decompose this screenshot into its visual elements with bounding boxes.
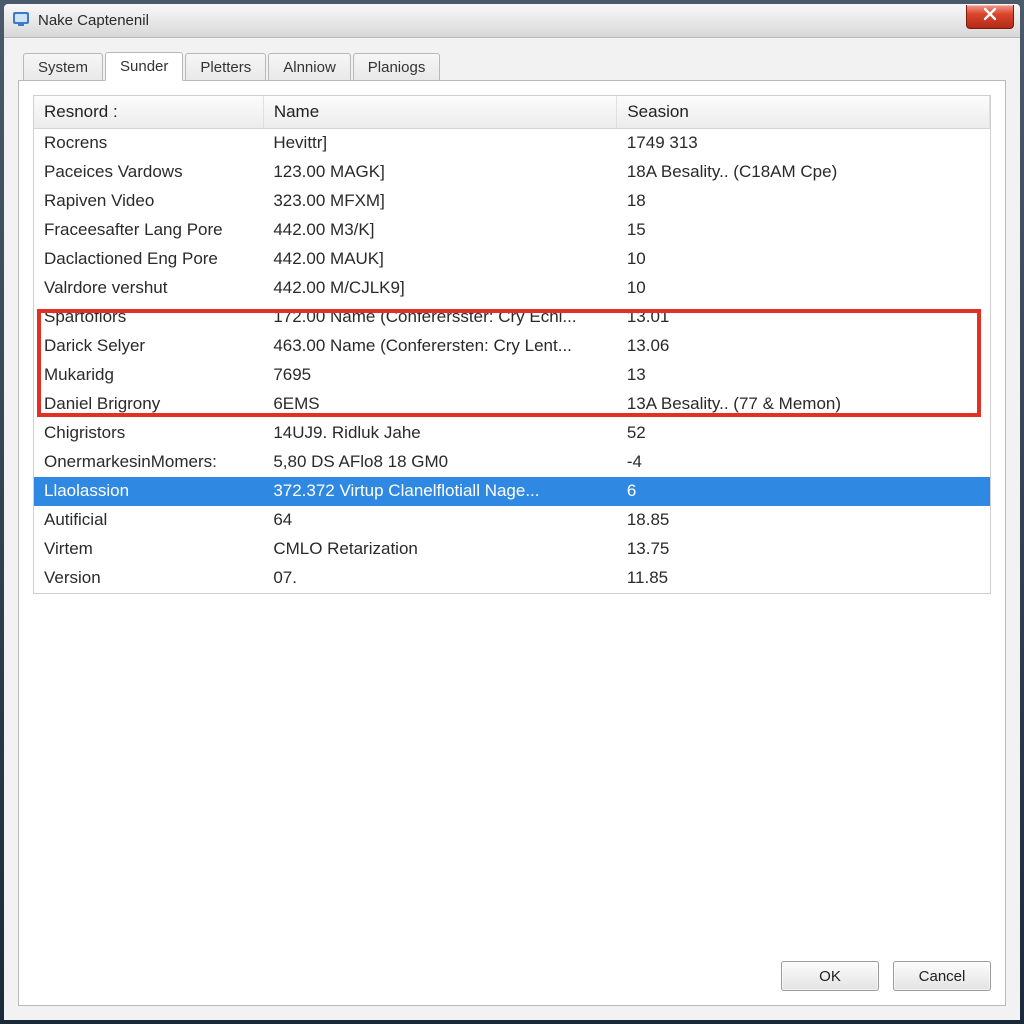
cell-resnord: Mukaridg [34, 361, 263, 390]
table-row[interactable]: OnermarkesinMomers:5,80 DS AFlo8 18 GM0-… [34, 448, 990, 477]
cell-name: 07. [263, 564, 617, 593]
cell-name: 6EMS [263, 390, 617, 419]
cell-name: 7695 [263, 361, 617, 390]
window-frame: Nake Captenenil System Sunder Pletters A… [0, 0, 1024, 1024]
cell-seasion: 13.75 [617, 535, 990, 564]
cell-seasion: 13.06 [617, 332, 990, 361]
cell-seasion: -4 [617, 448, 990, 477]
cell-resnord: Rapiven Video [34, 187, 263, 216]
cell-seasion: 10 [617, 245, 990, 274]
cell-seasion: 15 [617, 216, 990, 245]
column-header-seasion[interactable]: Seasion [617, 96, 990, 129]
cell-seasion: 13 [617, 361, 990, 390]
cell-resnord: Virtem [34, 535, 263, 564]
table-row[interactable]: Daclactioned Eng Pore442.00 MAUK]10 [34, 245, 990, 274]
table-row[interactable]: Mukaridg769513 [34, 361, 990, 390]
data-grid[interactable]: Resnord : Name Seasion RocrensHevittr]17… [33, 95, 991, 594]
column-header-name[interactable]: Name [263, 96, 617, 129]
cell-seasion: 18.85 [617, 506, 990, 535]
cell-seasion: 13.01 [617, 303, 990, 332]
cell-name: 463.00 Name (Conferersten: Cry Lent... [263, 332, 617, 361]
cell-name: 372.372 Virtup Clanelflotiall Nage... [263, 477, 617, 506]
table-row[interactable]: RocrensHevittr]1749 313 [34, 129, 990, 158]
table-row[interactable]: VirtemCMLO Retarization13.75 [34, 535, 990, 564]
cell-resnord: Valrdore vershut [34, 274, 263, 303]
table-row[interactable]: Darick Selyer463.00 Name (Conferersten: … [34, 332, 990, 361]
table-row[interactable]: Daniel Brigrony6EMS13A Besality.. (77 & … [34, 390, 990, 419]
cell-seasion: 1749 313 [617, 129, 990, 158]
cell-resnord: Autificial [34, 506, 263, 535]
cell-seasion: 11.85 [617, 564, 990, 593]
cell-name: 172.00 Name (Conferersster: Cry Echl... [263, 303, 617, 332]
cell-name: 64 [263, 506, 617, 535]
tab-system[interactable]: System [23, 53, 103, 81]
cell-resnord: Rocrens [34, 129, 263, 158]
cell-resnord: Fraceesafter Lang Pore [34, 216, 263, 245]
column-header-resnord[interactable]: Resnord : [34, 96, 263, 129]
table-row[interactable]: Llaolassion372.372 Virtup Clanelflotiall… [34, 477, 990, 506]
tab-pletters[interactable]: Pletters [185, 53, 266, 81]
ok-button[interactable]: OK [781, 961, 879, 991]
cell-name: Hevittr] [263, 129, 617, 158]
cell-resnord: Paceices Vardows [34, 158, 263, 187]
dialog-footer: OK Cancel [33, 945, 991, 991]
close-icon [983, 7, 997, 25]
titlebar: Nake Captenenil [4, 4, 1020, 38]
close-button[interactable] [966, 5, 1014, 29]
cell-seasion: 18 [617, 187, 990, 216]
table-row[interactable]: Spartoflors172.00 Name (Conferersster: C… [34, 303, 990, 332]
cell-resnord: OnermarkesinMomers: [34, 448, 263, 477]
table-row[interactable]: Rapiven Video323.00 MFXM]18 [34, 187, 990, 216]
tab-panel: Resnord : Name Seasion RocrensHevittr]17… [18, 80, 1006, 1006]
cell-name: 5,80 DS AFlo8 18 GM0 [263, 448, 617, 477]
table-row[interactable]: Autificial6418.85 [34, 506, 990, 535]
cell-name: 442.00 MAUK] [263, 245, 617, 274]
cell-resnord: Daclactioned Eng Pore [34, 245, 263, 274]
cell-name: 123.00 MAGK] [263, 158, 617, 187]
cell-name: 323.00 MFXM] [263, 187, 617, 216]
column-header-row: Resnord : Name Seasion [34, 96, 990, 129]
cell-resnord: Llaolassion [34, 477, 263, 506]
cell-resnord: Version [34, 564, 263, 593]
tab-sunder[interactable]: Sunder [105, 52, 183, 81]
cell-name: 14UJ9. Ridluk Jahe [263, 419, 617, 448]
cell-seasion: 10 [617, 274, 990, 303]
cell-name: 442.00 M3/K] [263, 216, 617, 245]
tabstrip: System Sunder Pletters Alnniow Planiogs [18, 52, 1006, 81]
cell-seasion: 6 [617, 477, 990, 506]
table-row[interactable]: Chigristors14UJ9. Ridluk Jahe52 [34, 419, 990, 448]
client-area: System Sunder Pletters Alnniow Planiogs … [4, 38, 1020, 1020]
tab-alnniow[interactable]: Alnniow [268, 53, 351, 81]
cancel-button[interactable]: Cancel [893, 961, 991, 991]
table-row[interactable]: Fraceesafter Lang Pore442.00 M3/K]15 [34, 216, 990, 245]
cell-seasion: 18A Besality.. (C18AM Cpe) [617, 158, 990, 187]
cell-resnord: Chigristors [34, 419, 263, 448]
window-title: Nake Captenenil [38, 12, 149, 29]
titlebar-left: Nake Captenenil [12, 10, 149, 32]
cell-seasion: 52 [617, 419, 990, 448]
cell-resnord: Darick Selyer [34, 332, 263, 361]
table-row[interactable]: Version07.11.85 [34, 564, 990, 593]
cell-seasion: 13A Besality.. (77 & Memon) [617, 390, 990, 419]
cell-name: CMLO Retarization [263, 535, 617, 564]
cell-resnord: Daniel Brigrony [34, 390, 263, 419]
cell-name: 442.00 M/CJLK9] [263, 274, 617, 303]
table-row[interactable]: Paceices Vardows123.00 MAGK]18A Besality… [34, 158, 990, 187]
app-icon [12, 10, 30, 32]
tab-planiogs[interactable]: Planiogs [353, 53, 441, 81]
table-row[interactable]: Valrdore vershut442.00 M/CJLK9]10 [34, 274, 990, 303]
cell-resnord: Spartoflors [34, 303, 263, 332]
